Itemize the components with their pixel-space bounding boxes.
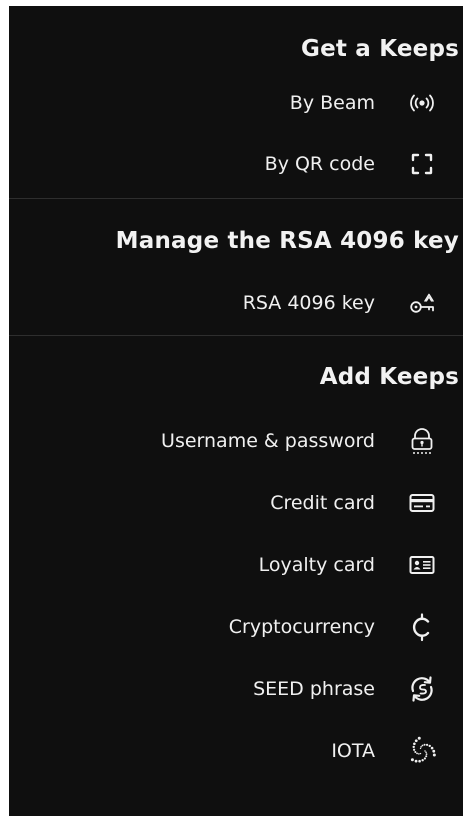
menu-item-label: By Beam	[289, 92, 375, 114]
password-lock-icon	[407, 426, 437, 456]
menu-item-label: SEED phrase	[253, 678, 375, 700]
iota-icon	[407, 736, 437, 766]
key-icon	[407, 288, 437, 318]
seed-phrase-icon	[407, 674, 437, 704]
menu-item-iota[interactable]: IOTA	[9, 726, 463, 776]
section-title-get-keeps: Get a Keeps	[301, 36, 459, 62]
menu-item-label: RSA 4096 key	[242, 292, 375, 314]
menu-item-rsa-4096-key[interactable]: RSA 4096 key	[9, 278, 463, 328]
menu-item-by-qr-code[interactable]: By QR code	[9, 139, 463, 189]
menu-item-label: IOTA	[331, 740, 375, 762]
section-divider	[9, 335, 463, 336]
nfc-beam-icon	[407, 88, 437, 118]
section-title-add-keeps: Add Keeps	[319, 364, 459, 390]
menu-item-credit-card[interactable]: Credit card	[9, 478, 463, 528]
cryptocurrency-icon	[407, 612, 437, 642]
menu-item-cryptocurrency[interactable]: Cryptocurrency	[9, 602, 463, 652]
loyalty-card-icon	[407, 550, 437, 580]
menu-item-seed-phrase[interactable]: SEED phrase	[9, 664, 463, 714]
menu-item-label: Cryptocurrency	[228, 616, 375, 638]
menu-item-label: Username & password	[161, 430, 375, 452]
menu-item-label: Loyalty card	[258, 554, 375, 576]
menu-item-username-password[interactable]: Username & password	[9, 416, 463, 466]
section-title-manage-rsa: Manage the RSA 4096 key	[115, 228, 459, 254]
keeps-menu-panel: Get a Keeps By Beam By QR code Manage th…	[9, 6, 463, 816]
menu-item-label: Credit card	[270, 492, 375, 514]
section-divider	[9, 198, 463, 199]
credit-card-icon	[407, 488, 437, 518]
qr-scan-icon	[407, 149, 437, 179]
menu-item-loyalty-card[interactable]: Loyalty card	[9, 540, 463, 590]
menu-item-by-beam[interactable]: By Beam	[9, 78, 463, 128]
menu-item-label: By QR code	[264, 153, 375, 175]
